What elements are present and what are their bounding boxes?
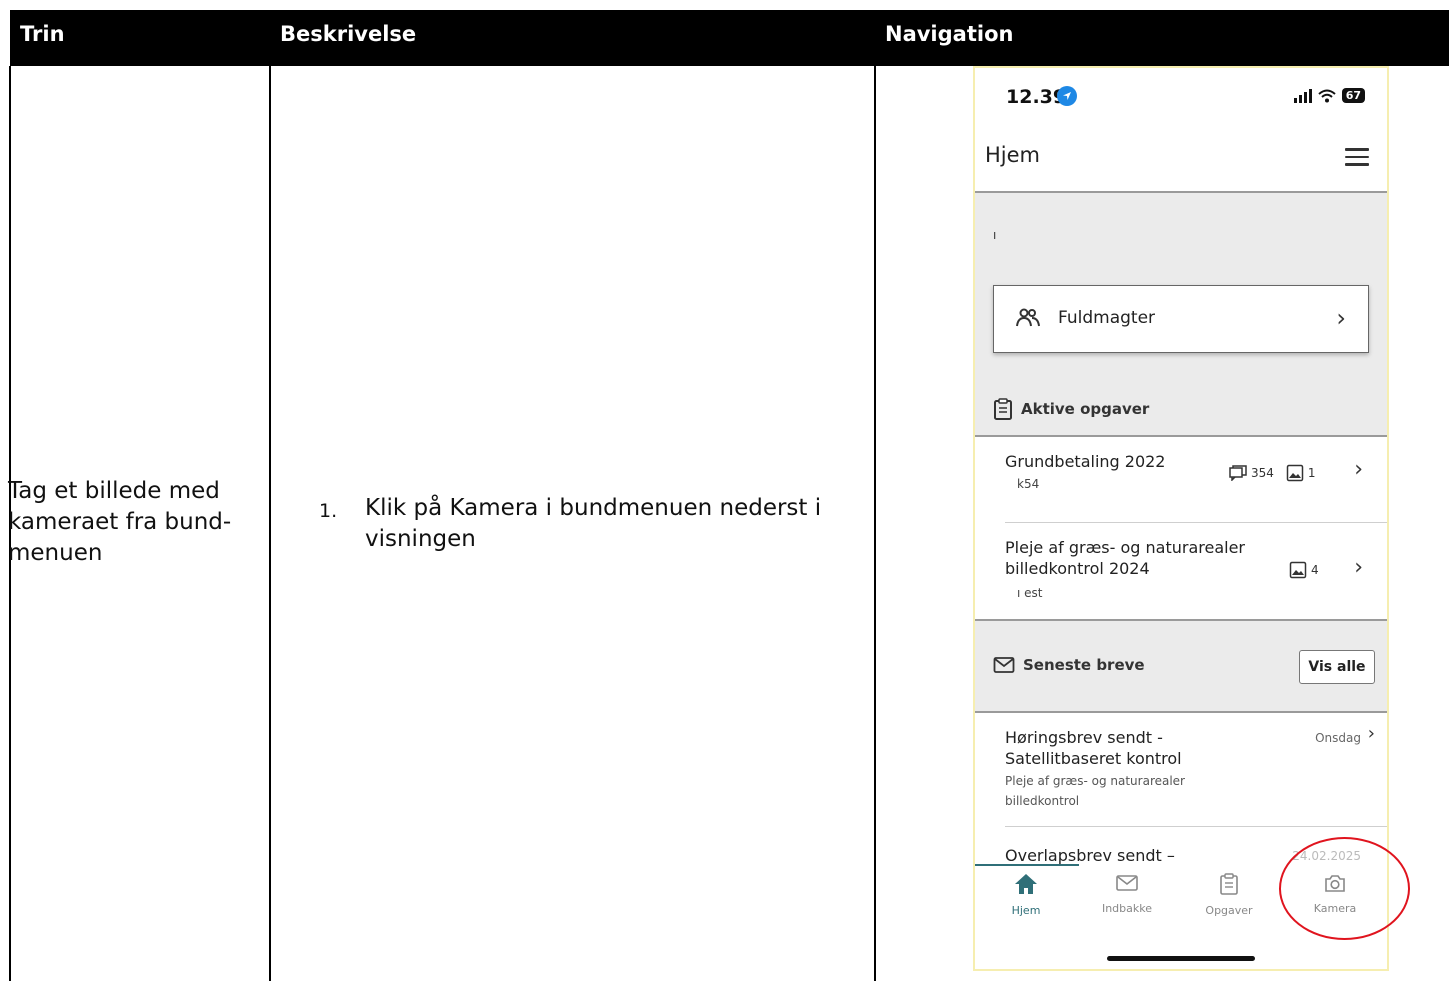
task-item[interactable]: Grundbetaling 2022 k54 354 1 › <box>975 437 1387 523</box>
tab-hjem[interactable]: Hjem <box>986 872 1066 917</box>
header-beskrivelse: Beskrivelse <box>280 22 417 46</box>
chevron-right-icon: › <box>1354 555 1363 580</box>
letters-heading: Seneste breve <box>993 656 1145 674</box>
step-text: Tag et billede med kameraet fra bund-men… <box>8 478 232 566</box>
fuldmagter-label: Fuldmagter <box>1058 308 1156 328</box>
header-trin: Trin <box>20 22 65 46</box>
highlight-circle <box>1279 837 1410 940</box>
step-number: 1. <box>319 500 338 522</box>
page-title: Hjem <box>985 143 1041 167</box>
location-arrow-icon <box>1057 86 1077 106</box>
tab-indbakke[interactable]: Indbakke <box>1087 872 1167 915</box>
chevron-right-icon: › <box>1354 457 1363 482</box>
letter-date: Onsdag <box>1315 731 1361 745</box>
partial-text: ı <box>993 228 997 242</box>
task-subtitle: k54 <box>1017 477 1040 491</box>
image-icon <box>1286 464 1304 482</box>
task-meta: 4 <box>1289 561 1319 579</box>
status-icons: 67 <box>1293 88 1365 103</box>
home-indicator <box>1107 956 1255 961</box>
signal-icon <box>1293 88 1312 103</box>
mail-icon <box>1116 875 1138 891</box>
phone-screenshot: 12.39 67 Hjem ı Fuldmagter › Aktive opga… <box>973 66 1389 971</box>
active-tasks-heading: Aktive opgaver <box>993 398 1149 420</box>
letters-heading-label: Seneste breve <box>1023 656 1145 674</box>
header-navigation: Navigation <box>885 22 1014 46</box>
image-count: 4 <box>1311 563 1319 577</box>
image-count: 1 <box>1307 466 1316 480</box>
task-subtitle: ı est <box>1017 586 1043 600</box>
clipboard-icon <box>994 398 1012 420</box>
hamburger-menu-icon[interactable] <box>1345 148 1369 166</box>
battery-indicator: 67 <box>1341 88 1365 103</box>
mail-icon <box>993 657 1015 673</box>
task-title: Pleje af græs- og naturarealer billedkon… <box>1005 538 1245 578</box>
table-border-col2 <box>874 66 876 981</box>
clipboard-icon <box>1220 873 1238 895</box>
see-all-button[interactable]: Vis alle <box>1299 650 1375 684</box>
chevron-right-icon: › <box>1367 723 1375 744</box>
tab-label: Hjem <box>1011 904 1041 917</box>
image-icon <box>1289 561 1307 579</box>
people-icon <box>1016 308 1040 327</box>
fuldmagter-button[interactable]: Fuldmagter › <box>993 285 1369 353</box>
tab-label: Opgaver <box>1205 904 1253 917</box>
table-header-row: Trin Beskrivelse Navigation <box>10 10 1449 66</box>
chevron-right-icon: › <box>1336 304 1346 332</box>
task-item[interactable]: Pleje af græs- og naturarealer billedkon… <box>975 523 1387 619</box>
task-meta: 354 1 <box>1229 464 1316 482</box>
active-tasks-label: Aktive opgaver <box>1021 400 1150 418</box>
tab-opgaver[interactable]: Opgaver <box>1189 872 1269 917</box>
wifi-icon <box>1318 89 1336 102</box>
tab-label: Indbakke <box>1101 902 1153 915</box>
letter-item[interactable]: Høringsbrev sendt - Satellitbaseret kont… <box>975 713 1387 827</box>
letter-description: Pleje af græs- og naturarealer billedkon… <box>1005 774 1185 808</box>
comments-icon <box>1229 465 1247 481</box>
letter-title: Overlapsbrev sendt – <box>1005 846 1175 865</box>
step-description: Klik på Kamera i bundmenuen nederst i vi… <box>365 495 822 552</box>
comments-count: 354 <box>1251 466 1274 480</box>
letter-title: Høringsbrev sendt - Satellitbaseret kont… <box>1005 728 1182 768</box>
table-border-col1 <box>269 66 271 981</box>
task-title: Grundbetaling 2022 <box>1005 452 1166 471</box>
home-icon <box>1015 874 1037 894</box>
